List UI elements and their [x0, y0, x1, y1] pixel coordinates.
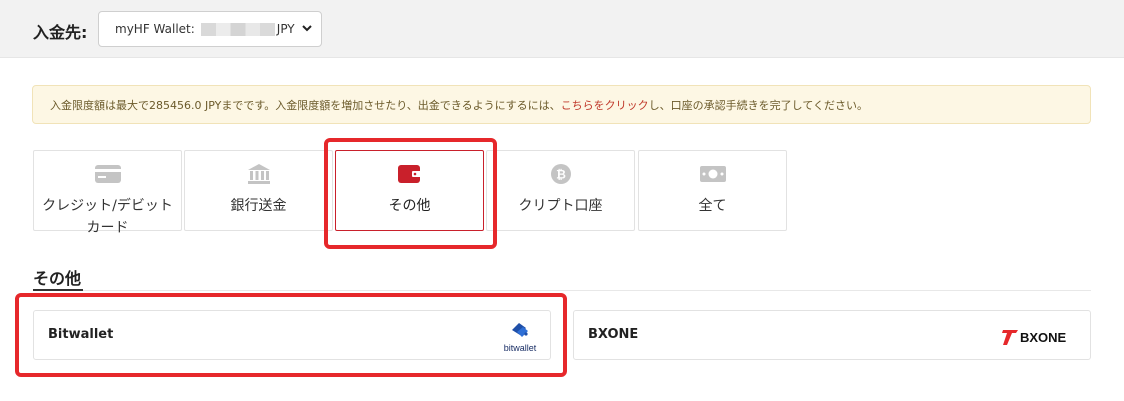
- section-divider: [33, 290, 1091, 291]
- bitcoin-icon: ₿: [547, 163, 575, 185]
- svg-text:₿: ₿: [556, 168, 566, 182]
- masked-account-number: [200, 22, 275, 36]
- highlight-box-other-tab: [324, 138, 497, 249]
- tab-label: 銀行送金: [230, 198, 287, 214]
- notice-click-here-link[interactable]: こちらをクリック: [561, 97, 649, 113]
- method-name: BXONE: [588, 327, 639, 342]
- section-title: その他: [33, 269, 82, 288]
- tab-label: 全て: [698, 198, 727, 214]
- svg-text:BXONE: BXONE: [1020, 330, 1067, 345]
- notice-text-after: し、口座の承認手続きを完了してください。: [648, 98, 869, 112]
- top-bar: 入金先: myHF Wallet: JPY: [0, 0, 1124, 58]
- notice-text-before: 入金限度額は最大で285456.0 JPYまでです。入金限度額を増加させたり、出…: [50, 98, 561, 112]
- tab-credit-debit-card[interactable]: クレジット/デビットカード: [33, 150, 182, 236]
- tab-crypto-account[interactable]: ₿ クリプト口座: [486, 150, 635, 231]
- tab-all[interactable]: 全て: [638, 150, 787, 231]
- deposit-to-label: 入金先:: [33, 23, 88, 42]
- wallet-prefix: myHF Wallet:: [115, 22, 195, 36]
- wallet-select[interactable]: myHF Wallet: JPY: [98, 11, 322, 47]
- chevron-down-icon: [301, 22, 313, 37]
- tab-bank-transfer[interactable]: 銀行送金: [184, 150, 333, 231]
- section-title-underline: [33, 289, 83, 291]
- payment-method-bxone[interactable]: BXONE BXONE: [573, 310, 1091, 360]
- cash-icon: [699, 163, 727, 185]
- wallet-currency: JPY: [276, 22, 295, 36]
- tab-label: クリプト口座: [518, 198, 603, 214]
- deposit-limit-notice: 入金限度額は最大で285456.0 JPYまでです。入金限度額を増加させたり、出…: [32, 85, 1091, 124]
- tab-label: クレジット/デビットカード: [42, 198, 173, 236]
- bxone-logo: BXONE: [1002, 327, 1082, 347]
- credit-card-icon: [94, 163, 122, 185]
- bank-icon: [245, 163, 273, 185]
- highlight-box-bitwallet: [15, 293, 567, 377]
